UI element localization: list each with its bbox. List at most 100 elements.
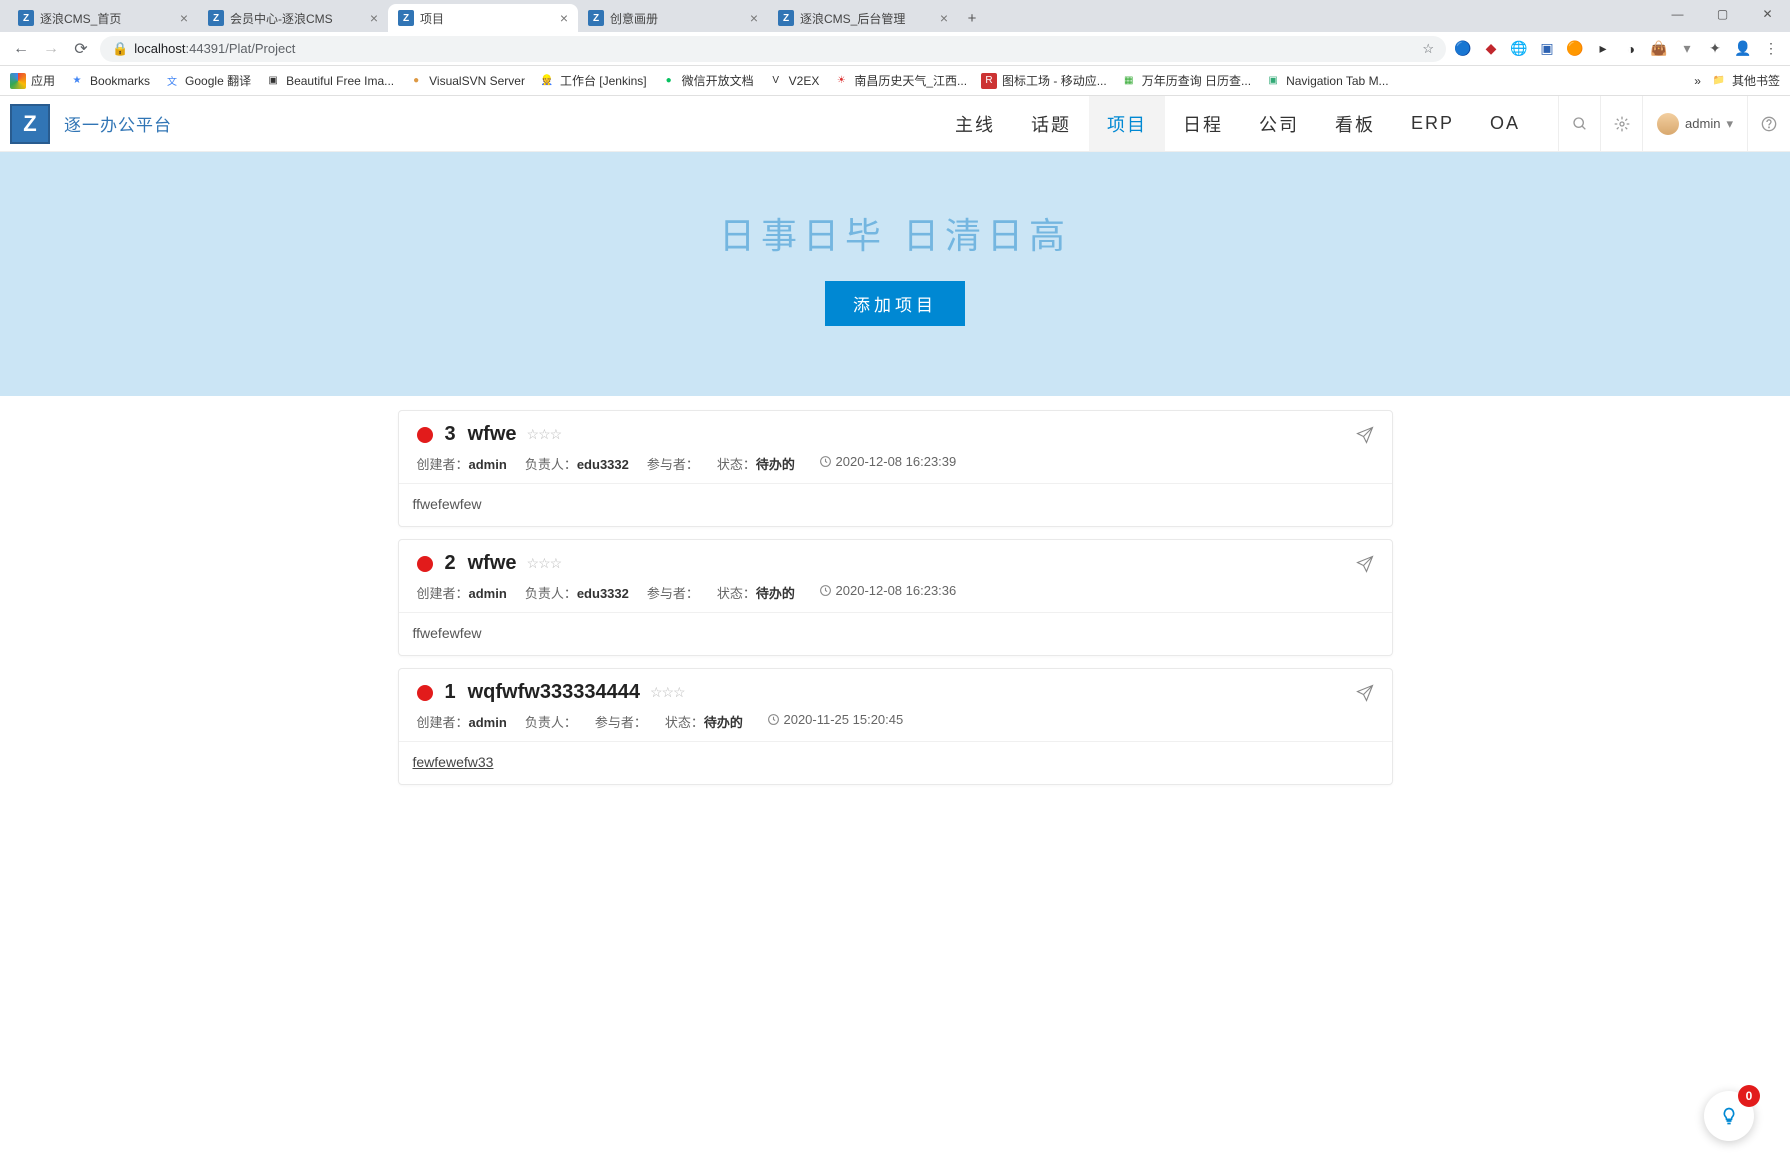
nav-forward[interactable]: → (40, 38, 62, 60)
status-dot (417, 427, 433, 443)
hint-bubble[interactable]: 0 (1704, 1091, 1754, 1141)
project-number: 2 (445, 552, 456, 575)
project-number: 1 (445, 681, 456, 704)
settings-button[interactable] (1601, 96, 1643, 151)
bookmark-unsplash[interactable]: ▣Beautiful Free Ima... (265, 73, 394, 89)
bookmark-jenkins[interactable]: 👷工作台 [Jenkins] (539, 72, 647, 89)
nav-item-话题[interactable]: 话题 (1013, 96, 1089, 151)
user-name: admin (1685, 116, 1720, 131)
clock-icon: 2020-11-25 15:20:45 (767, 712, 903, 731)
bookmark-v2ex[interactable]: VV2EX (768, 73, 820, 89)
ext-icon-4[interactable]: ▣ (1538, 40, 1556, 58)
browser-tab[interactable]: Z 逐浪CMS_首页 × (8, 4, 198, 32)
ext-icon-7[interactable]: ◑ (1622, 40, 1640, 58)
window-maximize[interactable]: ▢ (1700, 0, 1745, 28)
status-dot (417, 556, 433, 572)
window-close[interactable]: ✕ (1745, 0, 1790, 28)
ext-icon-6[interactable]: ▸ (1594, 40, 1612, 58)
close-icon[interactable]: × (560, 10, 568, 26)
tab-label: 会员中心-逐浪CMS (230, 10, 364, 27)
star-rating[interactable]: ☆☆☆ (650, 684, 685, 701)
star-rating[interactable]: ☆☆☆ (527, 555, 562, 572)
other-bookmarks[interactable]: 📁其他书签 (1711, 72, 1780, 89)
tab-label: 逐浪CMS_首页 (40, 10, 174, 27)
bookmark-wechat[interactable]: ●微信开放文档 (661, 72, 754, 89)
browser-menu-icon[interactable]: ⋮ (1762, 40, 1780, 58)
url-path: /Plat/Project (225, 41, 295, 56)
close-icon[interactable]: × (940, 10, 948, 26)
bookmark-star-icon[interactable]: ☆ (1422, 41, 1434, 57)
apps-label: 应用 (31, 72, 55, 89)
ext-icon-3[interactable]: 🌐 (1510, 40, 1528, 58)
nav-back[interactable]: ← (10, 38, 32, 60)
apps-button[interactable]: 应用 (10, 72, 55, 89)
rh-icon: R (981, 73, 997, 89)
window-minimize[interactable]: — (1655, 0, 1700, 28)
nav-item-看板[interactable]: 看板 (1317, 96, 1393, 151)
project-title[interactable]: wfwe (468, 552, 517, 575)
svn-icon: ● (408, 73, 424, 89)
url-field[interactable]: 🔒 localhost:44391/Plat/Project ☆ (100, 36, 1446, 62)
project-meta: 创建者：admin 负责人： 参与者： 状态：待办的 2020-11-25 15… (399, 710, 1392, 741)
nav-item-ERP[interactable]: ERP (1393, 96, 1472, 151)
folder-icon: 📁 (1711, 73, 1727, 89)
project-body[interactable]: fewfewefw33 (399, 741, 1392, 784)
search-button[interactable] (1559, 96, 1601, 151)
tab-label: 项目 (420, 10, 554, 27)
bookmark-icon-factory[interactable]: R图标工场 - 移动应... (981, 72, 1107, 89)
ext-icon-9[interactable]: ▾ (1678, 40, 1696, 58)
help-button[interactable] (1748, 96, 1790, 151)
new-tab-button[interactable]: + (958, 4, 986, 32)
app-header: Z 逐一办公平台 主线话题项目日程公司看板ERPOA admin ▾ (0, 96, 1790, 152)
bookmark-weather[interactable]: ☀南昌历史天气_江西... (833, 72, 967, 89)
bookmark-navtab[interactable]: ▣Navigation Tab M... (1265, 73, 1389, 89)
project-title[interactable]: wqfwfw333334444 (468, 681, 640, 704)
browser-tab[interactable]: Z 项目 × (388, 4, 578, 32)
profile-avatar-icon[interactable]: 👤 (1734, 40, 1752, 58)
send-icon[interactable] (1356, 684, 1374, 702)
ext-icon-2[interactable]: ◆ (1482, 40, 1500, 58)
ext-icon-8[interactable]: 👜 (1650, 40, 1668, 58)
browser-tab[interactable]: Z 会员中心-逐浪CMS × (198, 4, 388, 32)
browser-tab[interactable]: Z 创意画册 × (578, 4, 768, 32)
ext-icon-1[interactable]: 🔵 (1454, 40, 1472, 58)
project-card[interactable]: 2 wfwe ☆☆☆ 创建者：admin 负责人：edu3332 参与者： 状态… (398, 539, 1393, 656)
navtab-icon: ▣ (1265, 73, 1281, 89)
bookmarks-overflow[interactable]: » (1694, 74, 1701, 88)
nav-item-日程[interactable]: 日程 (1165, 96, 1241, 151)
project-card[interactable]: 1 wqfwfw333334444 ☆☆☆ 创建者：admin 负责人： 参与者… (398, 668, 1393, 785)
star-rating[interactable]: ☆☆☆ (527, 426, 562, 443)
close-icon[interactable]: × (370, 10, 378, 26)
hero-title: 日事日毕 日清日高 (0, 207, 1790, 259)
ext-icon-5[interactable]: 🟠 (1566, 40, 1584, 58)
add-project-button[interactable]: 添加项目 (825, 281, 965, 326)
send-icon[interactable] (1356, 426, 1374, 444)
close-icon[interactable]: × (750, 10, 758, 26)
nav-reload[interactable]: ⟳ (70, 38, 92, 60)
project-number: 3 (445, 423, 456, 446)
translate-icon: 文 (164, 73, 180, 89)
chevron-down-icon: ▾ (1726, 116, 1733, 132)
bookmark-google-translate[interactable]: 文Google 翻译 (164, 72, 251, 89)
app-logo[interactable]: Z (10, 104, 50, 144)
user-menu[interactable]: admin ▾ (1643, 96, 1748, 151)
bookmark-calendar[interactable]: ▦万年历查询 日历查... (1121, 72, 1251, 89)
extensions-icon[interactable]: ✦ (1706, 40, 1724, 58)
send-icon[interactable] (1356, 555, 1374, 573)
nav-item-公司[interactable]: 公司 (1241, 96, 1317, 151)
app-brand[interactable]: 逐一办公平台 (64, 111, 172, 136)
jenkins-icon: 👷 (539, 73, 555, 89)
project-title[interactable]: wfwe (468, 423, 517, 446)
favicon-icon: Z (398, 10, 414, 26)
project-card[interactable]: 3 wfwe ☆☆☆ 创建者：admin 负责人：edu3332 参与者： 状态… (398, 410, 1393, 527)
close-icon[interactable]: × (180, 10, 188, 26)
nav-item-OA[interactable]: OA (1472, 96, 1538, 151)
browser-tab[interactable]: Z 逐浪CMS_后台管理 × (768, 4, 958, 32)
lock-icon: 🔒 (112, 41, 128, 57)
help-icon (1761, 116, 1777, 132)
nav-item-项目[interactable]: 项目 (1089, 96, 1165, 151)
bookmark-bookmarks[interactable]: ★Bookmarks (69, 73, 150, 89)
nav-item-主线[interactable]: 主线 (937, 96, 1013, 151)
bookmark-visualsvn[interactable]: ●VisualSVN Server (408, 73, 525, 89)
favicon-icon: Z (208, 10, 224, 26)
